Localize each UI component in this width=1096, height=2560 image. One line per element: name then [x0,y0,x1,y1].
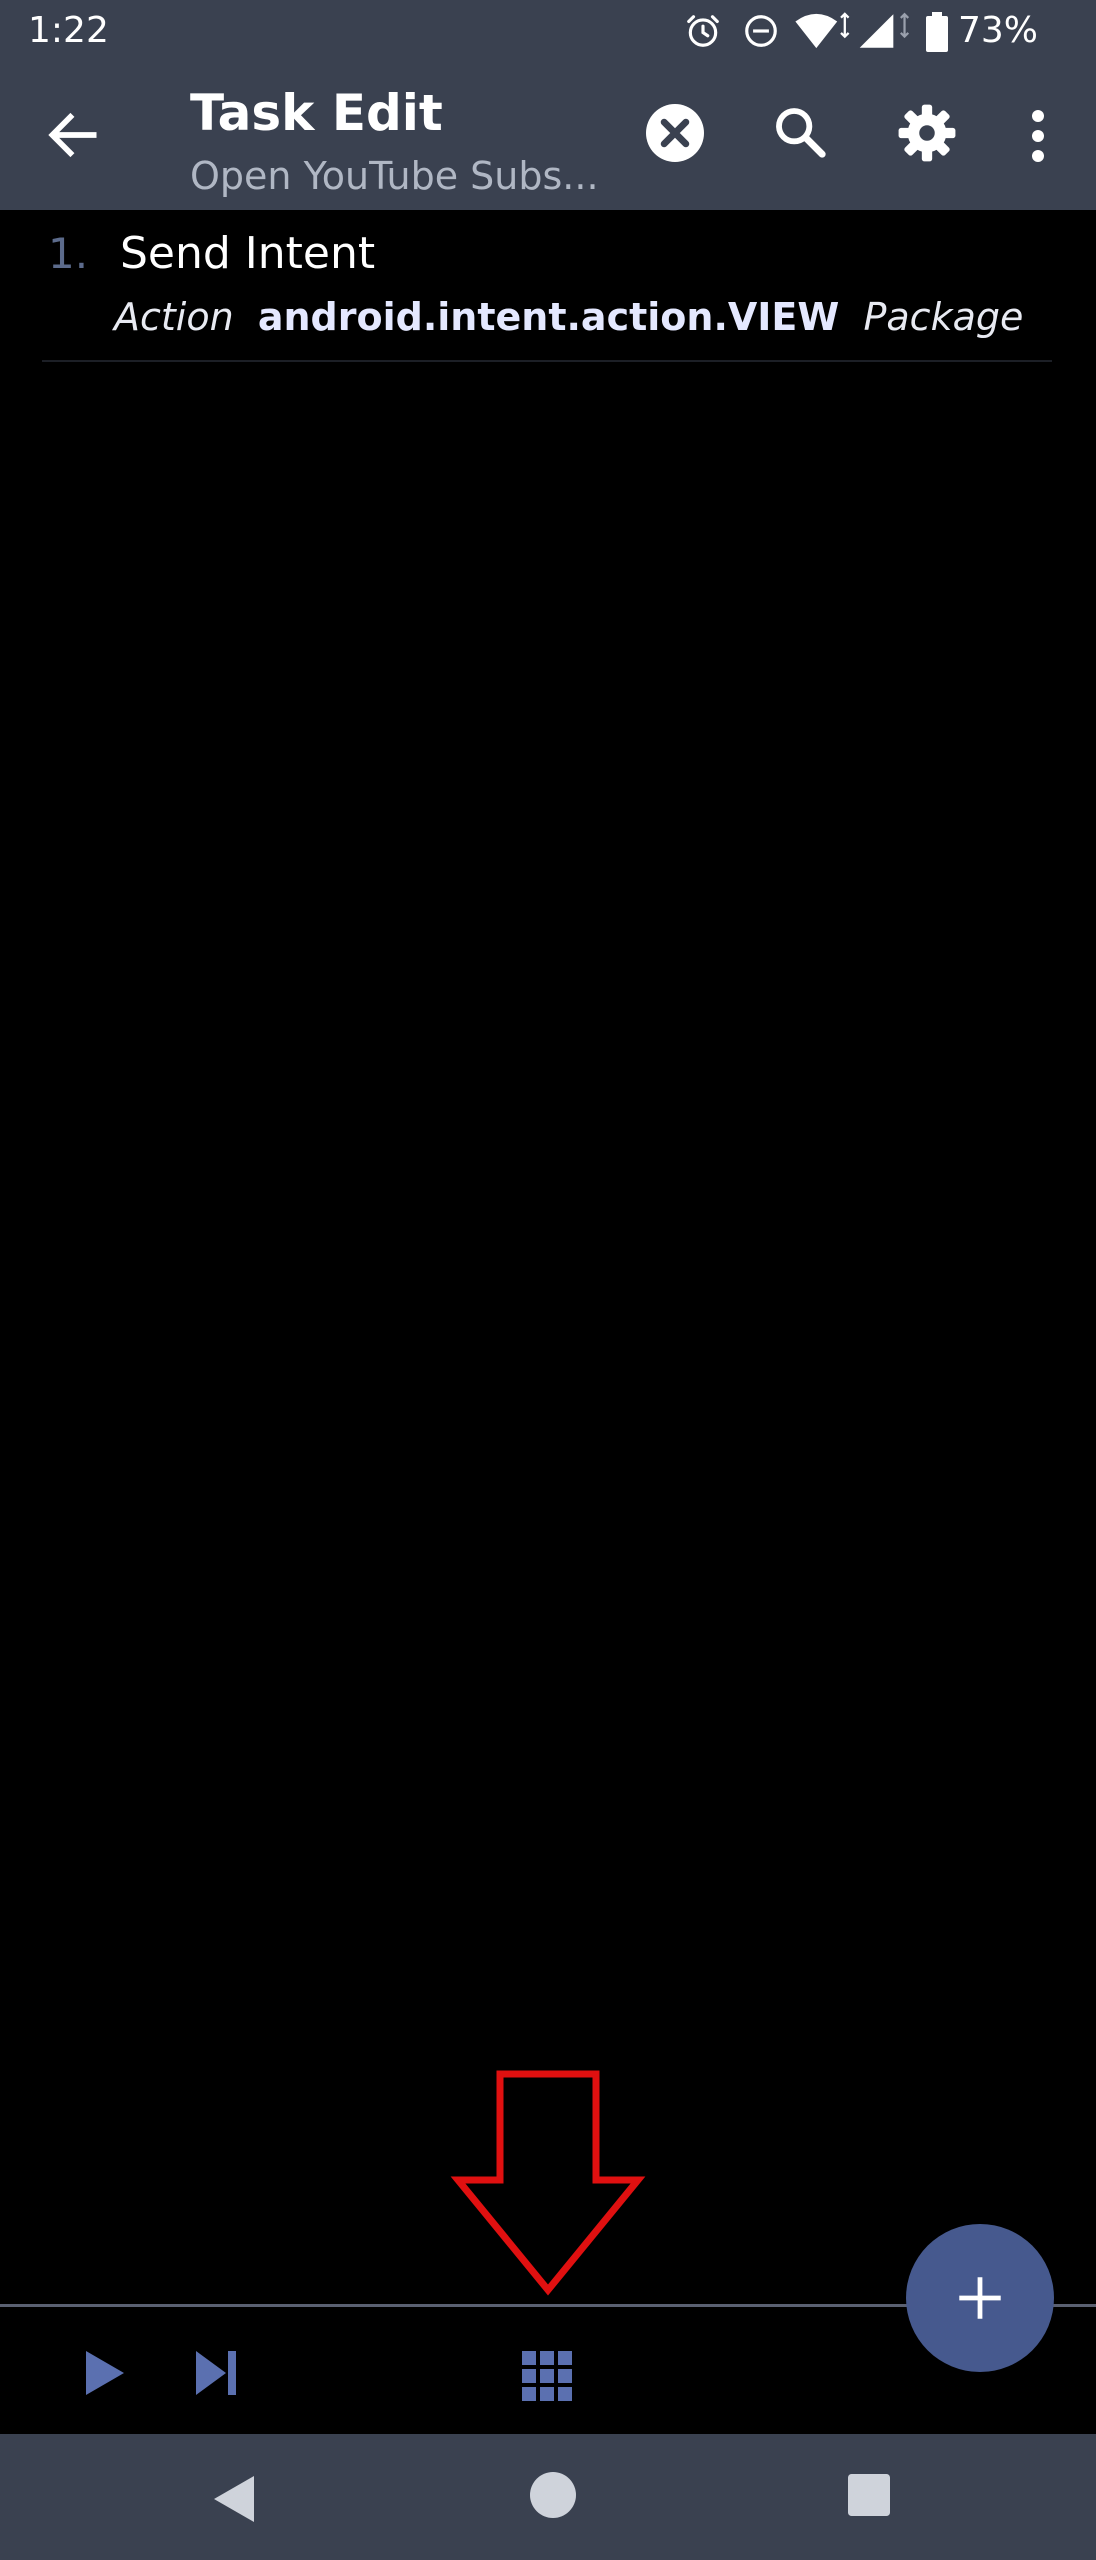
action-label: Action [114,295,234,339]
package-label: Package [863,295,1024,339]
nav-home-icon[interactable] [530,2472,576,2518]
task-number: 1. [48,229,89,278]
nav-back-icon[interactable] [210,2474,258,2524]
system-nav-bar [0,2434,1096,2560]
wifi-icon [795,12,850,49]
battery-percent: 73% [958,10,1039,51]
battery-icon [926,12,948,52]
alarm-icon [687,15,719,47]
overflow-menu-icon[interactable] [1022,106,1054,166]
grid-icon[interactable] [520,2349,574,2403]
dnd-icon [745,15,777,47]
cell-signal-icon [859,12,910,48]
back-arrow-icon[interactable] [42,104,104,166]
page-subtitle: Open YouTube Subs... [190,154,599,198]
app-bar: Task Edit Open YouTube Subs... [0,62,1096,210]
task-name: Send Intent [120,228,376,279]
page-title: Task Edit [190,84,443,142]
status-bar: 1:22 73% [0,0,1096,62]
status-time: 1:22 [28,10,109,51]
search-icon[interactable] [772,104,828,160]
skip-next-icon[interactable] [194,2349,238,2397]
plus-icon [959,2277,1001,2319]
clear-icon[interactable] [646,104,704,162]
nav-recents-icon[interactable] [848,2474,890,2516]
add-action-button[interactable] [906,2224,1054,2372]
action-value: android.intent.action.VIEW [257,295,840,339]
task-detail: Action android.intent.action.VIEW Packag… [114,292,1023,342]
play-icon[interactable] [82,2349,126,2397]
gear-icon[interactable] [896,102,958,164]
task-item[interactable]: 1. Send Intent Action android.intent.act… [42,210,1052,362]
annotation-arrow-icon [450,2070,646,2296]
